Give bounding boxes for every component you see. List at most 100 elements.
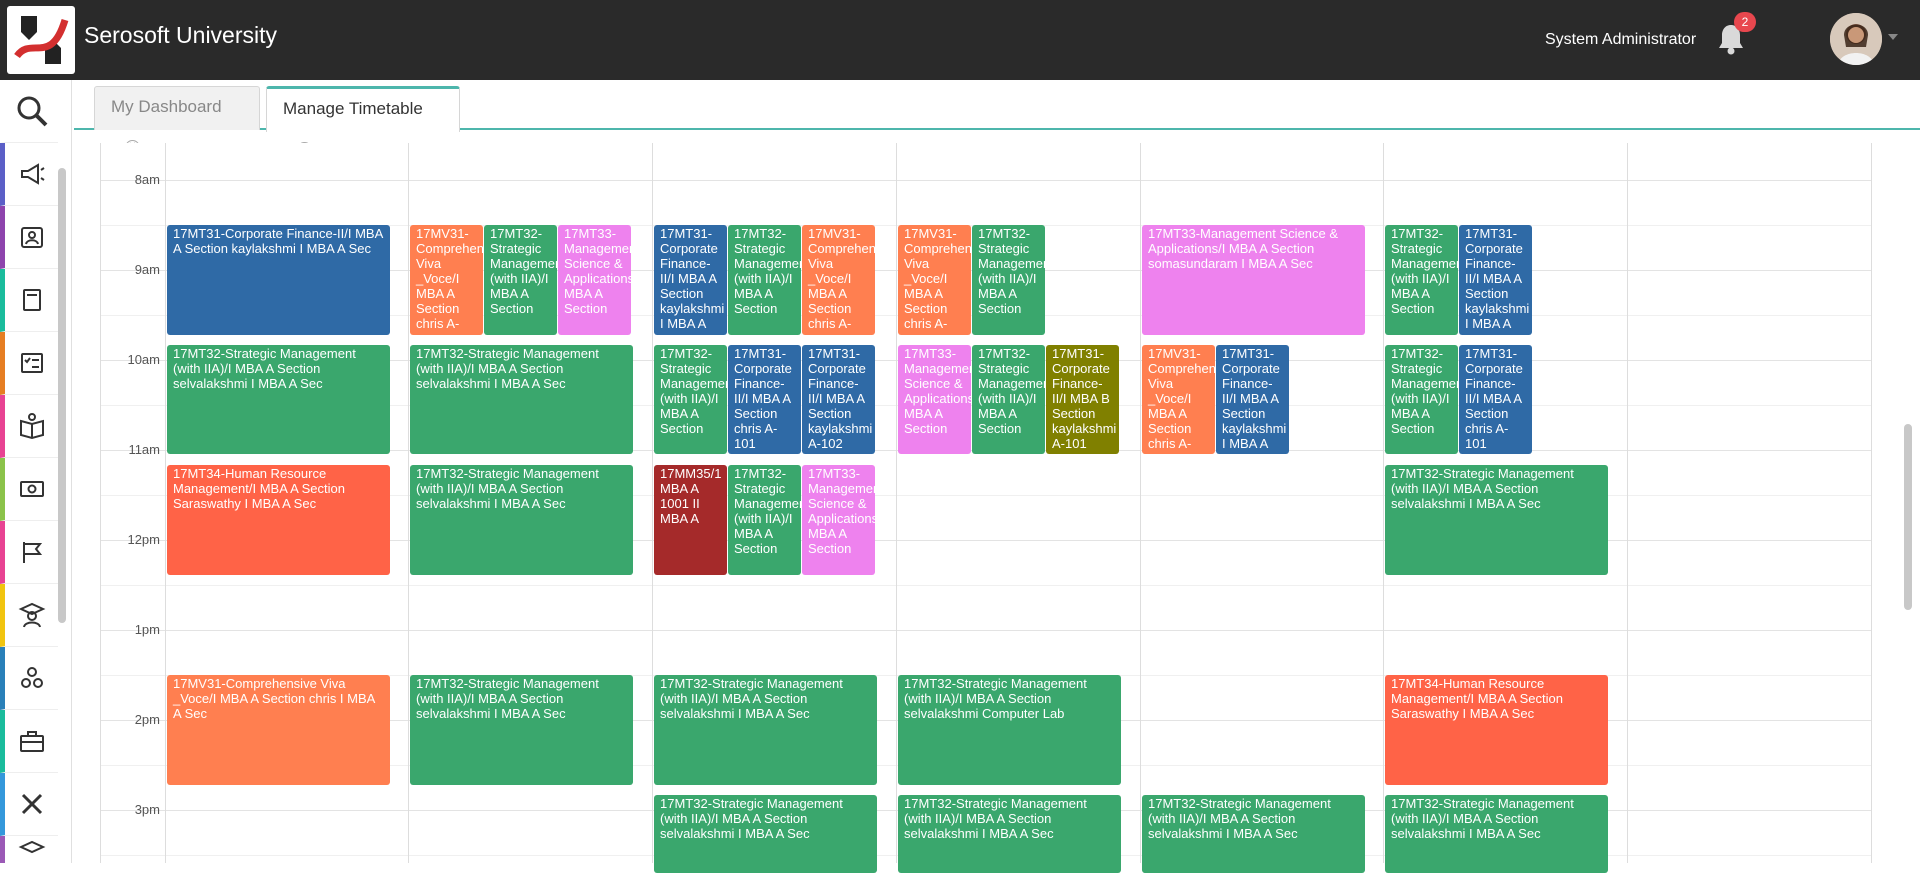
timetable-event[interactable]: 17MT33-Management Science & Applications… xyxy=(898,344,971,455)
tools-icon xyxy=(21,793,42,815)
time-label: 12pm xyxy=(127,532,160,547)
timetable-event[interactable]: 17MT31-Corporate Finance-II/I MBA A Sect… xyxy=(167,225,390,335)
sidebar-item-reports[interactable] xyxy=(0,521,58,584)
time-label: 3pm xyxy=(134,802,160,817)
timetable-event[interactable]: 17MT31-Corporate Finance-II/I MBA A Sect… xyxy=(802,344,875,455)
timetable-event[interactable]: 17MT33-Management Science & Applications… xyxy=(802,465,875,575)
timetable-event[interactable]: 17MT31-Corporate Finance-II/I MBA A Sect… xyxy=(1216,344,1289,455)
timetable-event[interactable]: 17MT32-Strategic Management (with IIA)/I… xyxy=(972,344,1045,455)
book-icon xyxy=(22,289,41,311)
timetable-event[interactable]: 17MT32-Strategic Management (with IIA)/I… xyxy=(410,344,633,455)
timetable-event[interactable]: 17MT32-Strategic Management (with IIA)/I… xyxy=(1385,344,1458,455)
sidebar xyxy=(0,80,72,863)
users-icon xyxy=(20,667,43,688)
timetable-event[interactable]: 17MM35/1 MBA A 1001 II MBA A xyxy=(654,465,727,575)
sidebar-item-students[interactable] xyxy=(0,584,58,647)
time-label: 10am xyxy=(127,352,160,367)
graduate-icon xyxy=(18,602,45,628)
timetable-event[interactable]: 17MT32-Strategic Management (with IIA)/I… xyxy=(1385,225,1458,335)
grid-line xyxy=(100,630,1872,631)
sidebar-item-staff[interactable] xyxy=(0,647,58,710)
megaphone-icon xyxy=(20,163,45,185)
day-column-divider xyxy=(1871,143,1872,863)
timetable-event[interactable]: 17MV31-Comprehensive Viva _Voce/I MBA A … xyxy=(167,675,390,785)
scholarship-icon xyxy=(18,840,45,853)
id-card-icon xyxy=(20,227,43,248)
day-column-divider xyxy=(1383,143,1384,863)
timetable-event[interactable]: 17MT34-Human Resource Management/I MBA A… xyxy=(1385,675,1608,785)
timetable-event[interactable]: 17MT34-Human Resource Management/I MBA A… xyxy=(167,465,390,575)
timetable-event[interactable]: 17MT32-Strategic Management (with IIA)/I… xyxy=(1142,794,1365,873)
grid-line xyxy=(100,180,1872,181)
timetable-calendar: 8am 9am 10am 11am 12pm 1pm 2pm 3pm 17MT31-Corpo… xyxy=(100,143,1872,873)
day-column-divider xyxy=(1627,143,1628,863)
sidebar-item-search[interactable] xyxy=(0,80,58,143)
tab-bar: My Dashboard✕ Manage Timetable✕ xyxy=(74,86,1920,158)
timetable-event[interactable]: 17MT32-Strategic Management (with IIA)/I… xyxy=(410,675,633,785)
open-book-icon xyxy=(19,413,44,440)
timetable-event[interactable]: 17MT31-Corporate Finance-II/I MBA B Sect… xyxy=(1046,344,1119,455)
briefcase-icon xyxy=(19,731,44,752)
timetable-event[interactable]: 17MV31-Comprehensive Viva _Voce/I MBA A … xyxy=(898,225,971,335)
sidebar-item-placements[interactable] xyxy=(0,710,58,773)
tab-label: Manage Timetable xyxy=(283,99,423,118)
timetable-event[interactable]: 17MT32-Strategic Management (with IIA)/I… xyxy=(654,344,727,455)
timetable-event[interactable]: 17MT33-Management Science & Applications… xyxy=(1142,225,1365,335)
timetable-event[interactable]: 17MT31-Corporate Finance-II/I MBA A Sect… xyxy=(1459,225,1532,335)
sidebar-item-courses[interactable] xyxy=(0,269,58,332)
timetable-event[interactable]: 17MT32-Strategic Management (with IIA)/I… xyxy=(654,794,877,873)
timetable-event[interactable]: 17MV31-Comprehensive Viva _Voce/I MBA A … xyxy=(802,225,875,335)
time-label: 9am xyxy=(134,262,160,277)
user-name[interactable]: System Administrator xyxy=(1545,31,1696,49)
chevron-down-icon[interactable] xyxy=(1888,34,1898,40)
university-logo[interactable] xyxy=(7,6,75,74)
timetable-event[interactable]: 17MT32-Strategic Management (with IIA)/I… xyxy=(484,225,557,335)
avatar[interactable] xyxy=(1830,13,1882,65)
calendar-scrollbar[interactable] xyxy=(1904,424,1912,610)
sidebar-item-profile[interactable] xyxy=(0,206,58,269)
top-bar: Serosoft University System Administrator… xyxy=(0,0,1920,80)
time-label: 11am xyxy=(128,442,160,457)
day-column-divider xyxy=(652,143,653,863)
day-column-divider xyxy=(1140,143,1141,863)
time-label: 8am xyxy=(134,172,160,187)
tab-label: My Dashboard xyxy=(111,97,222,116)
notification-badge: 2 xyxy=(1734,12,1756,32)
checklist-icon xyxy=(20,353,43,373)
day-column-divider xyxy=(100,143,101,863)
sidebar-item-library[interactable] xyxy=(0,395,58,458)
sidebar-item-settings[interactable] xyxy=(0,773,58,836)
timetable-event[interactable]: 17MT32-Strategic Management (with IIA)/I… xyxy=(898,794,1121,873)
timetable-event[interactable]: 17MT32-Strategic Management (with IIA)/I… xyxy=(167,344,390,455)
flag-icon xyxy=(22,542,42,563)
tab-manage-timetable[interactable]: Manage Timetable✕ xyxy=(266,86,460,158)
timetable-event[interactable]: 17MT32-Strategic Management (with IIA)/I… xyxy=(728,465,801,575)
money-icon xyxy=(19,481,44,497)
app-title: Serosoft University xyxy=(84,22,278,48)
sidebar-item-tasks[interactable] xyxy=(0,332,58,395)
day-column-divider xyxy=(896,143,897,863)
sidebar-item-scholarship[interactable] xyxy=(0,836,58,863)
timetable-event[interactable]: 17MT32-Strategic Management (with IIA)/I… xyxy=(654,675,877,785)
sidebar-item-announcements[interactable] xyxy=(0,143,58,206)
logo-mark xyxy=(14,16,69,64)
sidebar-scrollbar[interactable] xyxy=(58,168,66,623)
timetable-event[interactable]: 17MT33-Management Science & Applications… xyxy=(558,225,631,335)
time-label: 2pm xyxy=(134,712,160,727)
day-column-divider xyxy=(165,143,166,863)
timetable-event[interactable]: 17MT32-Strategic Management (with IIA)/I… xyxy=(972,225,1045,335)
timetable-event[interactable]: 17MV31-Comprehensive Viva _Voce/I MBA A … xyxy=(1142,344,1215,455)
timetable-event[interactable]: 17MT31-Corporate Finance-II/I MBA A Sect… xyxy=(728,344,801,455)
grid-line xyxy=(100,585,1872,586)
time-label: 1pm xyxy=(134,622,160,637)
timetable-event[interactable]: 17MT31-Corporate Finance-II/I MBA A Sect… xyxy=(654,225,727,335)
timetable-event[interactable]: 17MT31-Corporate Finance-II/I MBA A Sect… xyxy=(1459,344,1532,455)
timetable-event[interactable]: 17MT32-Strategic Management (with IIA)/I… xyxy=(1385,465,1608,575)
timetable-event[interactable]: 17MT32-Strategic Management (with IIA)/I… xyxy=(1385,794,1608,873)
timetable-event[interactable]: 17MT32-Strategic Management (with IIA)/I… xyxy=(410,465,633,575)
timetable-event[interactable]: 17MT32-Strategic Management (with IIA)/I… xyxy=(728,225,801,335)
timetable-event[interactable]: 17MT32-Strategic Management (with IIA)/I… xyxy=(898,675,1121,785)
timetable-event[interactable]: 17MV31-Comprehensive Viva _Voce/I MBA A … xyxy=(410,225,483,335)
sidebar-item-fees[interactable] xyxy=(0,458,58,521)
tab-my-dashboard[interactable]: My Dashboard✕ xyxy=(94,86,260,156)
